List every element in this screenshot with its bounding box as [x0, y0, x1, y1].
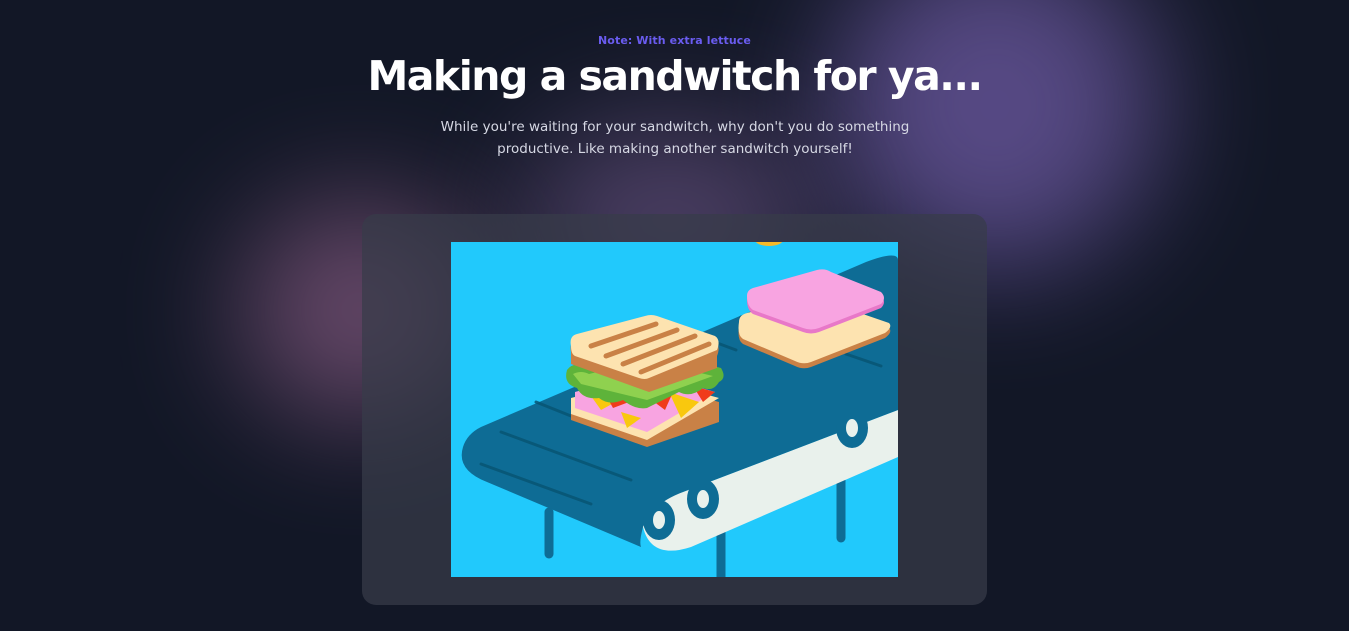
loading-page: Note: With extra lettuce Making a sandwi…: [0, 0, 1349, 631]
item-peek: [755, 242, 783, 246]
sandwich-conveyor-illustration: [451, 242, 898, 577]
page-title: Making a sandwitch for ya...: [367, 52, 983, 100]
note-label: Note: With extra lettuce: [598, 34, 751, 47]
page-subtitle: While you're waiting for your sandwitch,…: [440, 119, 910, 157]
illustration-card: [362, 214, 987, 605]
